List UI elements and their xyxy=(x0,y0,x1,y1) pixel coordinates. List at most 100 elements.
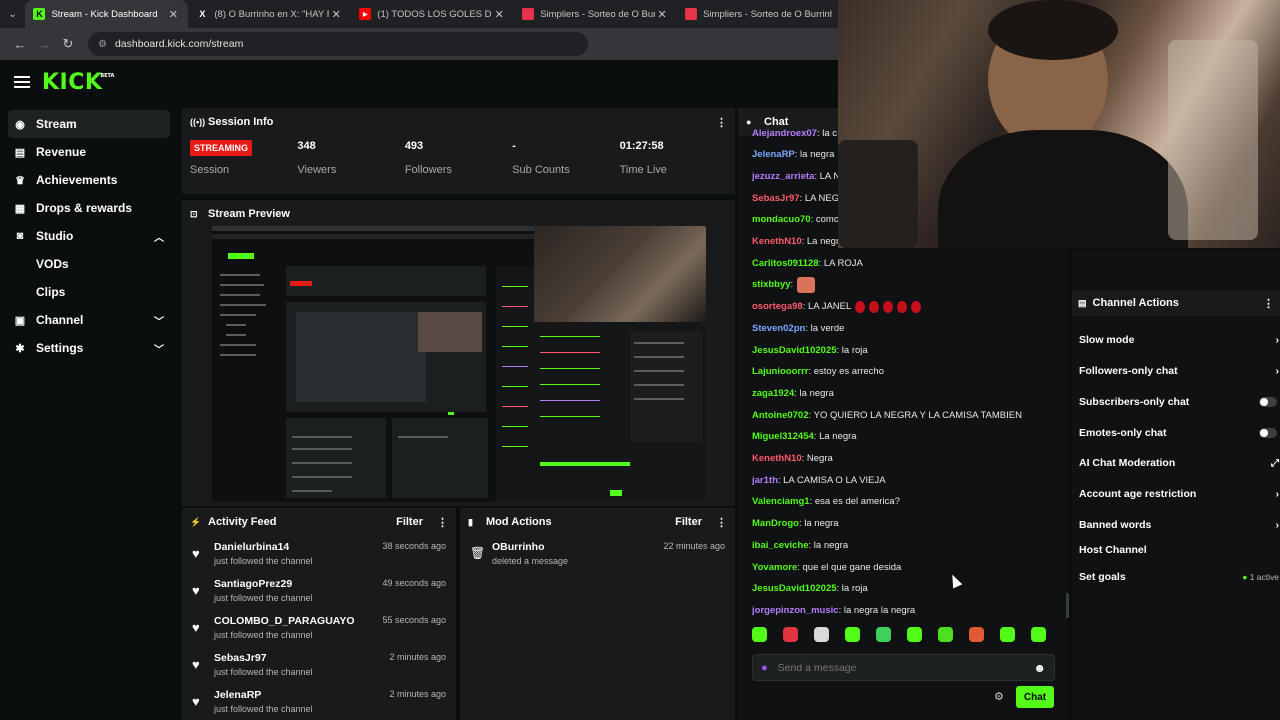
followers-only-option[interactable]: Followers-only chat › xyxy=(1079,363,1279,379)
sidebar-item-clips[interactable]: Clips xyxy=(0,278,180,306)
browser-tab-youtube[interactable]: ▶ (1) TODOS LOS GOLES DE LUIS ✕ xyxy=(351,0,514,28)
chat-username[interactable]: ibai_ceviche xyxy=(752,540,809,551)
slow-mode-option[interactable]: Slow mode › xyxy=(1079,332,1279,348)
sidebar-item-studio[interactable]: ◙ Studio ︿ xyxy=(0,222,180,250)
filter-button[interactable]: Filter xyxy=(675,516,702,528)
microphone-icon[interactable]: ● xyxy=(761,662,768,674)
chat-username[interactable]: jar1th xyxy=(752,475,778,486)
banned-words-option[interactable]: Banned words › xyxy=(1079,517,1279,533)
site-info-icon[interactable]: ⚙ xyxy=(98,39,107,50)
follower-name[interactable]: SebasJr97 xyxy=(214,652,313,664)
host-channel-option[interactable]: Host Channel xyxy=(1079,542,1279,558)
chat-username[interactable]: Antoine0702 xyxy=(752,410,809,421)
follower-name[interactable]: COLOMBO_D_PARAGUAYO xyxy=(214,615,355,627)
chat-username[interactable]: Valenciamg1 xyxy=(752,496,810,507)
chat-username[interactable]: jorgepinzon_music xyxy=(752,605,839,616)
chat-username[interactable]: KenethN10 xyxy=(752,236,802,247)
account-age-option[interactable]: Account age restriction › xyxy=(1079,486,1279,502)
emote-icon[interactable] xyxy=(876,627,891,642)
chevron-down-icon[interactable]: ﹀ xyxy=(154,313,164,328)
chat-username[interactable]: mondacuo70 xyxy=(752,214,811,225)
browser-tab-x[interactable]: X (8) O Burrinho en X: "HAY RIFA ✕ xyxy=(188,0,351,28)
sidebar-item-settings[interactable]: ✱ Settings ﹀ xyxy=(0,334,180,362)
filter-button[interactable]: Filter xyxy=(396,516,423,528)
timestamp: 49 seconds ago xyxy=(382,578,446,588)
moderator-name[interactable]: OBurrinho xyxy=(492,541,568,553)
chevron-up-icon[interactable]: ︿ xyxy=(154,229,164,244)
chat-username[interactable]: JelenaRP xyxy=(752,149,795,160)
follower-name[interactable]: JelenaRP xyxy=(214,689,313,701)
close-tab-icon[interactable]: ✕ xyxy=(329,8,343,21)
subscribers-only-toggle[interactable] xyxy=(1259,397,1277,407)
chat-username[interactable]: osortega98 xyxy=(752,301,803,312)
more-options-icon[interactable]: ⋮ xyxy=(716,116,727,129)
follower-name[interactable]: Danielurbina14 xyxy=(214,541,313,553)
chat-username[interactable]: jezuzz_arrieta xyxy=(752,171,814,182)
emote-icon[interactable] xyxy=(845,627,860,642)
browser-tab-simpliers-2[interactable]: Simpliers - Sorteo de O Burrinho xyxy=(677,0,840,28)
reload-icon[interactable]: ↻ xyxy=(56,36,80,52)
chat-username[interactable]: Yovamore xyxy=(752,562,797,573)
emote-icon[interactable] xyxy=(938,627,953,642)
sidebar-item-drops[interactable]: ▦ Drops & rewards xyxy=(0,194,180,222)
emote-icon[interactable] xyxy=(783,627,798,642)
sidebar-item-revenue[interactable]: ▤ Revenue xyxy=(0,138,180,166)
chat-username[interactable]: Carlitos091128 xyxy=(752,258,819,269)
chat-message: Lajuniooorrr: estoy es arrecho xyxy=(752,365,884,379)
chevron-down-icon[interactable]: ﹀ xyxy=(154,341,164,356)
follower-name[interactable]: SantiagoPrez29 xyxy=(214,578,313,590)
menu-icon[interactable] xyxy=(14,76,30,88)
emote-icon[interactable] xyxy=(969,627,984,642)
emotes-only-toggle[interactable] xyxy=(1259,428,1277,438)
chat-username[interactable]: Steven02pn xyxy=(752,323,805,334)
emoji-picker-icon[interactable]: ☻ xyxy=(1033,661,1046,675)
sidebar-item-achievements[interactable]: ♛ Achievements xyxy=(0,166,180,194)
sidebar-item-vods[interactable]: VODs xyxy=(0,250,180,278)
chat-settings-gear-icon[interactable]: ⚙ xyxy=(994,690,1004,703)
chat-send-button[interactable]: Chat xyxy=(1016,686,1054,708)
preview-chat-thumbnail xyxy=(534,322,706,502)
tab-search-icon[interactable]: ⌄ xyxy=(0,0,25,28)
emote-icon[interactable] xyxy=(907,627,922,642)
more-options-icon[interactable]: ⋮ xyxy=(437,516,448,529)
sidebar-item-channel[interactable]: ▣ Channel ﹀ xyxy=(0,306,180,334)
chat-username[interactable]: KenethN10 xyxy=(752,453,802,464)
ai-moderation-option[interactable]: AI Chat Moderation ⤢ xyxy=(1079,455,1279,471)
forward-arrow-icon[interactable]: → xyxy=(32,37,56,52)
emote-icon[interactable] xyxy=(1031,627,1046,642)
chat-username[interactable]: stixbbyy xyxy=(752,279,791,290)
chat-message: Alejandroex07: la c xyxy=(752,126,837,140)
chat-username[interactable]: zaga1924 xyxy=(752,388,794,399)
chat-message-text: : la negra xyxy=(798,518,839,530)
close-tab-icon[interactable]: ✕ xyxy=(492,8,506,21)
back-arrow-icon[interactable]: ← xyxy=(8,37,32,52)
stream-preview-video[interactable] xyxy=(212,226,706,502)
emote-icon[interactable] xyxy=(752,627,767,642)
browser-tab-simpliers-1[interactable]: Simpliers - Sorteo de O Burrinho ✕ xyxy=(514,0,677,28)
kick-logo[interactable]: KICK BETA xyxy=(42,70,114,95)
emote-icon[interactable] xyxy=(814,627,829,642)
stat-time-live: 01:27:58 Time Live xyxy=(620,136,727,176)
chat-username[interactable]: ManDrogo xyxy=(752,518,799,529)
chat-username[interactable]: Lajuniooorrr xyxy=(752,366,808,377)
chat-message-input[interactable] xyxy=(777,661,1034,674)
set-goals-option[interactable]: Set goals ● 1 active xyxy=(1079,569,1279,585)
address-bar[interactable]: ⚙ dashboard.kick.com/stream xyxy=(88,32,588,56)
chat-username[interactable]: JesusDavid102025 xyxy=(752,583,837,594)
browser-tab-kick[interactable]: K Stream - Kick Dashboard ✕ xyxy=(25,0,189,28)
close-tab-icon[interactable]: ✕ xyxy=(166,8,180,21)
emote-icon[interactable] xyxy=(1000,627,1015,642)
close-tab-icon[interactable]: ✕ xyxy=(655,8,669,21)
beta-tag: BETA xyxy=(100,72,115,79)
channel-actions-header: ▤ Channel Actions ⋮ xyxy=(1072,290,1280,316)
chat-username[interactable]: Miguel312454 xyxy=(752,431,814,442)
chat-username[interactable]: Alejandroex07 xyxy=(752,128,817,139)
chat-message: Antoine0702: YO QUIERO LA NEGRA Y LA CAM… xyxy=(752,408,1022,422)
chat-scrollbar[interactable] xyxy=(1066,593,1069,618)
chat-username[interactable]: JesusDavid102025 xyxy=(752,345,837,356)
more-options-icon[interactable]: ⋮ xyxy=(1263,297,1274,310)
more-options-icon[interactable]: ⋮ xyxy=(716,516,727,529)
chat-username[interactable]: SebasJr97 xyxy=(752,193,800,204)
sidebar-item-stream[interactable]: ◉ Stream xyxy=(8,110,170,138)
chat-message-text: : la negra xyxy=(808,539,849,551)
